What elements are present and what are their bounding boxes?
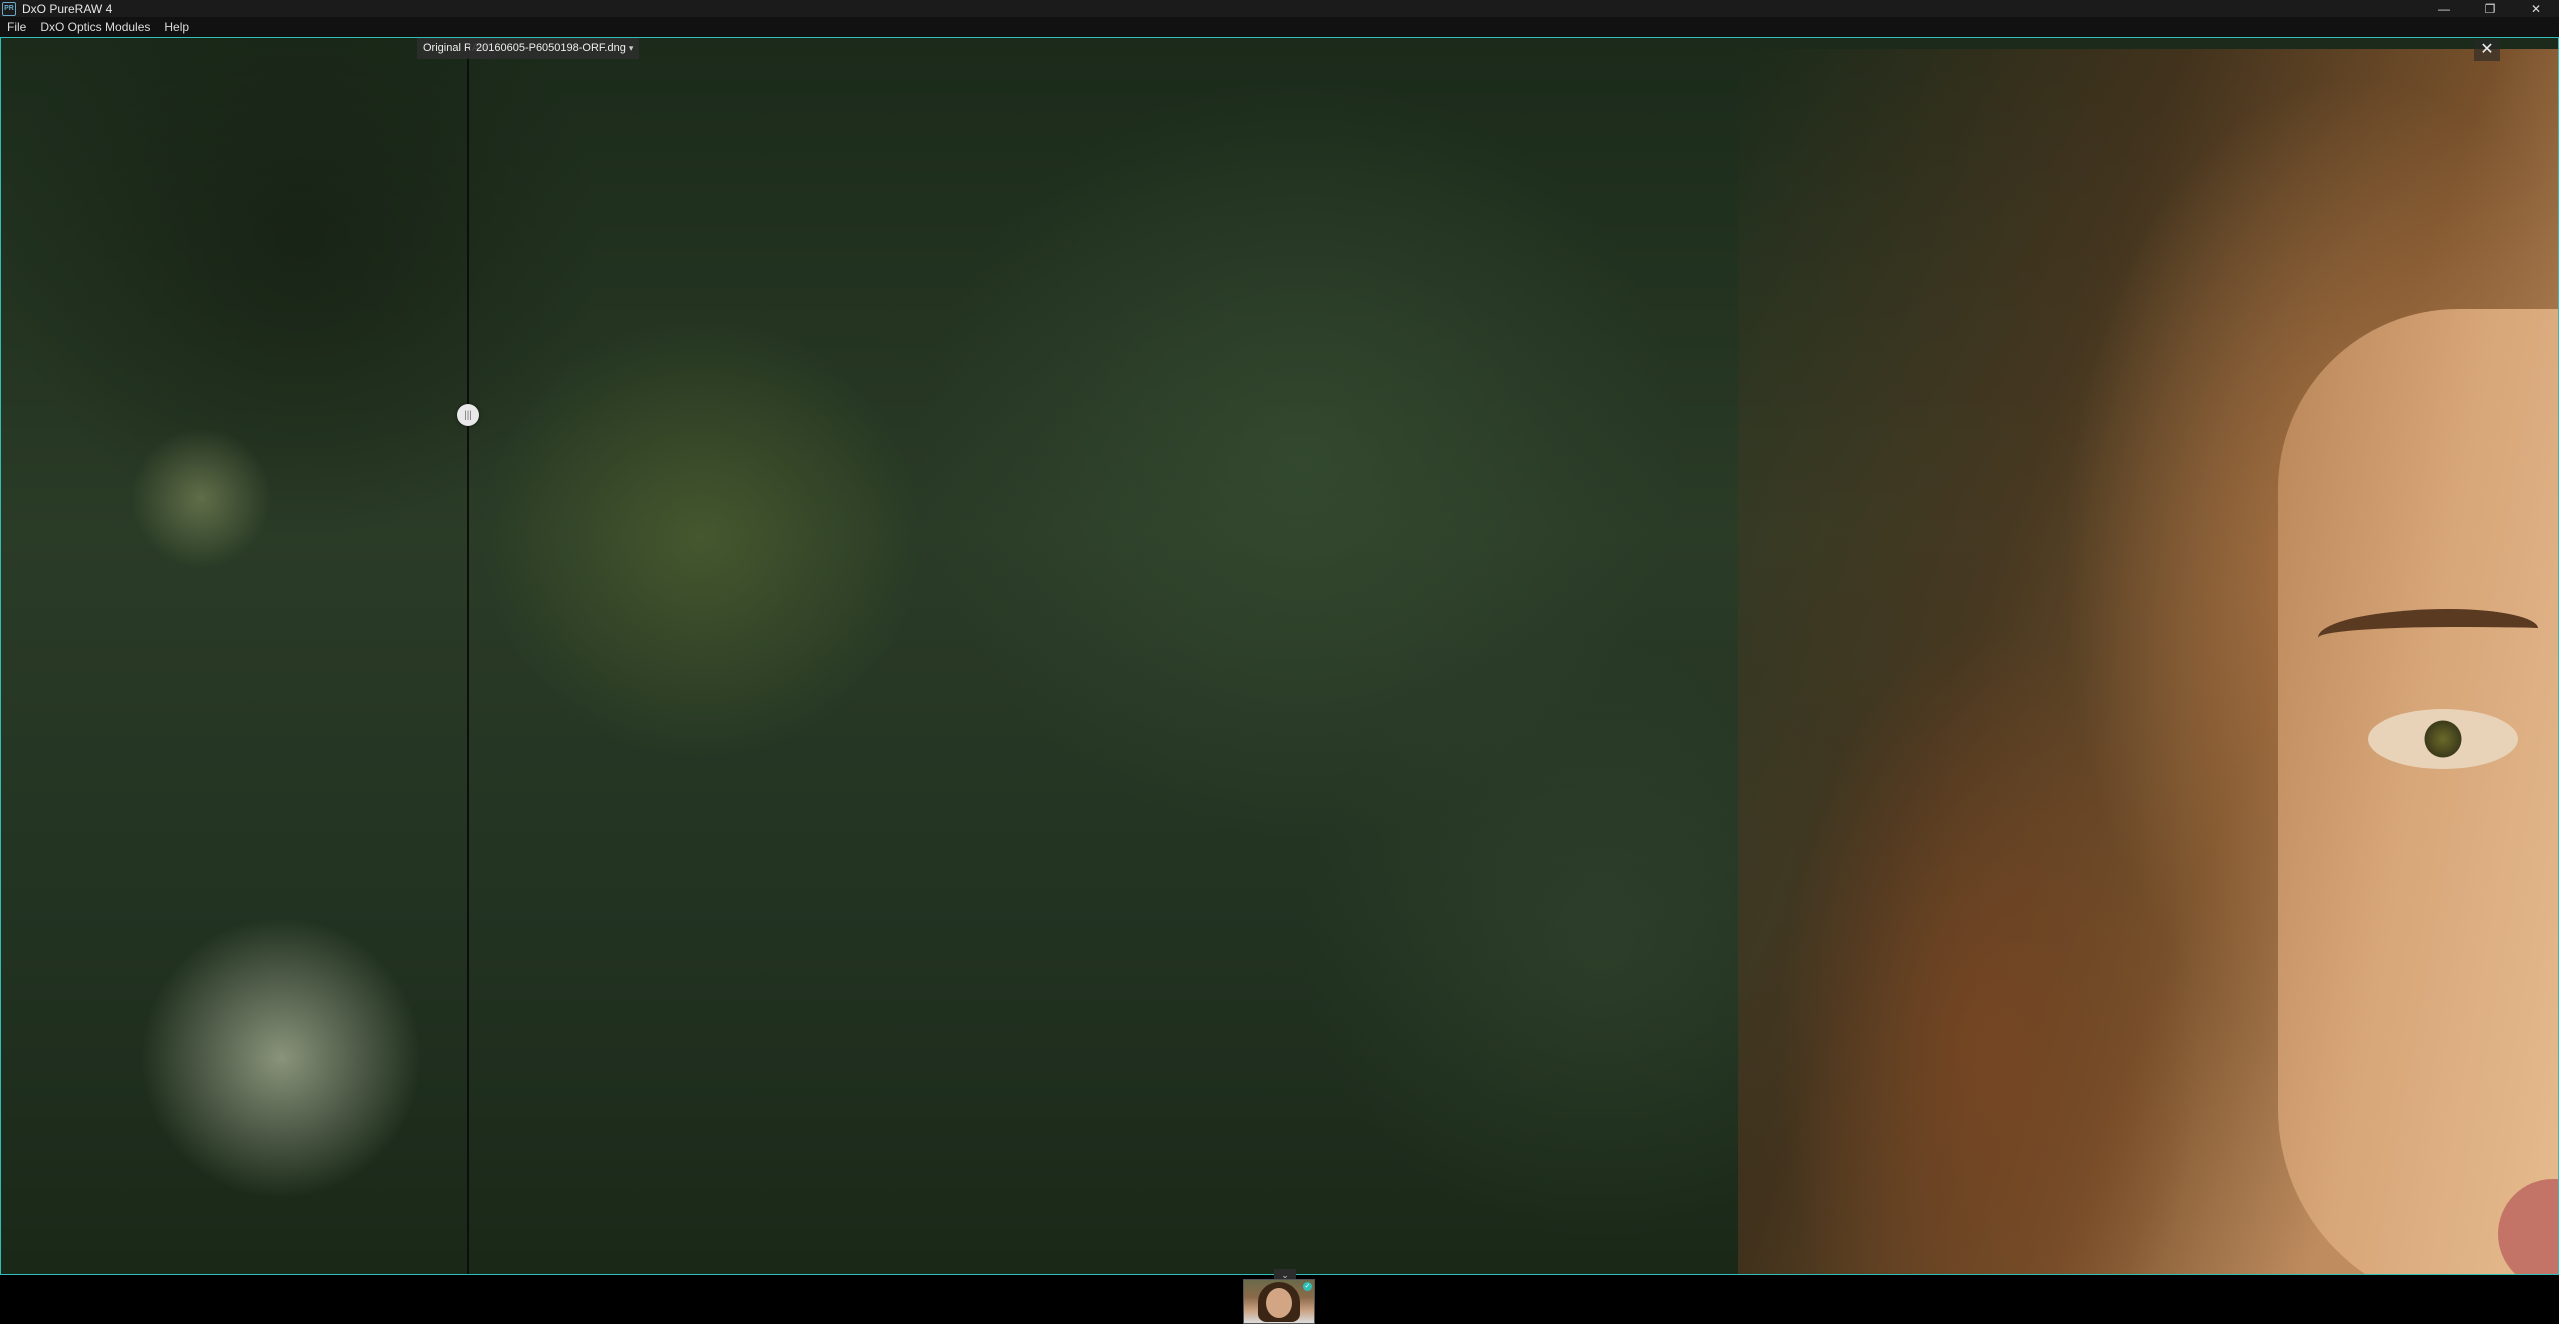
menu-help[interactable]: Help (157, 20, 196, 34)
filmstrip: ⌄ ✓ (0, 1269, 2559, 1324)
file-selector[interactable]: 20160605-P6050198-ORF.dng ▾ (470, 38, 640, 59)
image-viewer[interactable]: ||| Original RAW 20160605-P6050198-ORF.d… (0, 37, 2559, 1275)
maximize-button[interactable]: ❐ (2467, 0, 2513, 17)
menu-dxo-optics-modules[interactable]: DxO Optics Modules (33, 20, 157, 34)
close-window-button[interactable]: ✕ (2513, 0, 2559, 17)
thumbnail[interactable]: ✓ (1243, 1279, 1315, 1324)
compare-split-line[interactable] (467, 49, 469, 1274)
compare-split-handle[interactable]: ||| (457, 404, 479, 426)
check-icon: ✓ (1303, 1282, 1312, 1291)
photo-preview: ||| Original RAW 20160605-P6050198-ORF.d… (1, 38, 2558, 1274)
close-viewer-button[interactable]: ✕ (2474, 39, 2500, 61)
title-bar: PR DxO PureRAW 4 — ❐ ✕ (0, 0, 2559, 17)
window-controls: — ❐ ✕ (2421, 0, 2559, 17)
window-title: DxO PureRAW 4 (22, 1, 113, 16)
chevron-down-icon: ▾ (628, 43, 634, 53)
minimize-button[interactable]: — (2421, 0, 2467, 17)
app-logo-icon: PR (2, 1, 16, 16)
file-name: 20160605-P6050198-ORF.dng (476, 42, 626, 54)
menu-bar: File DxO Optics Modules Help (0, 17, 2559, 37)
menu-file[interactable]: File (0, 20, 33, 34)
photo-eye (2368, 709, 2518, 769)
photo-face (2278, 309, 2558, 1274)
thumbnail-face (1266, 1288, 1292, 1318)
